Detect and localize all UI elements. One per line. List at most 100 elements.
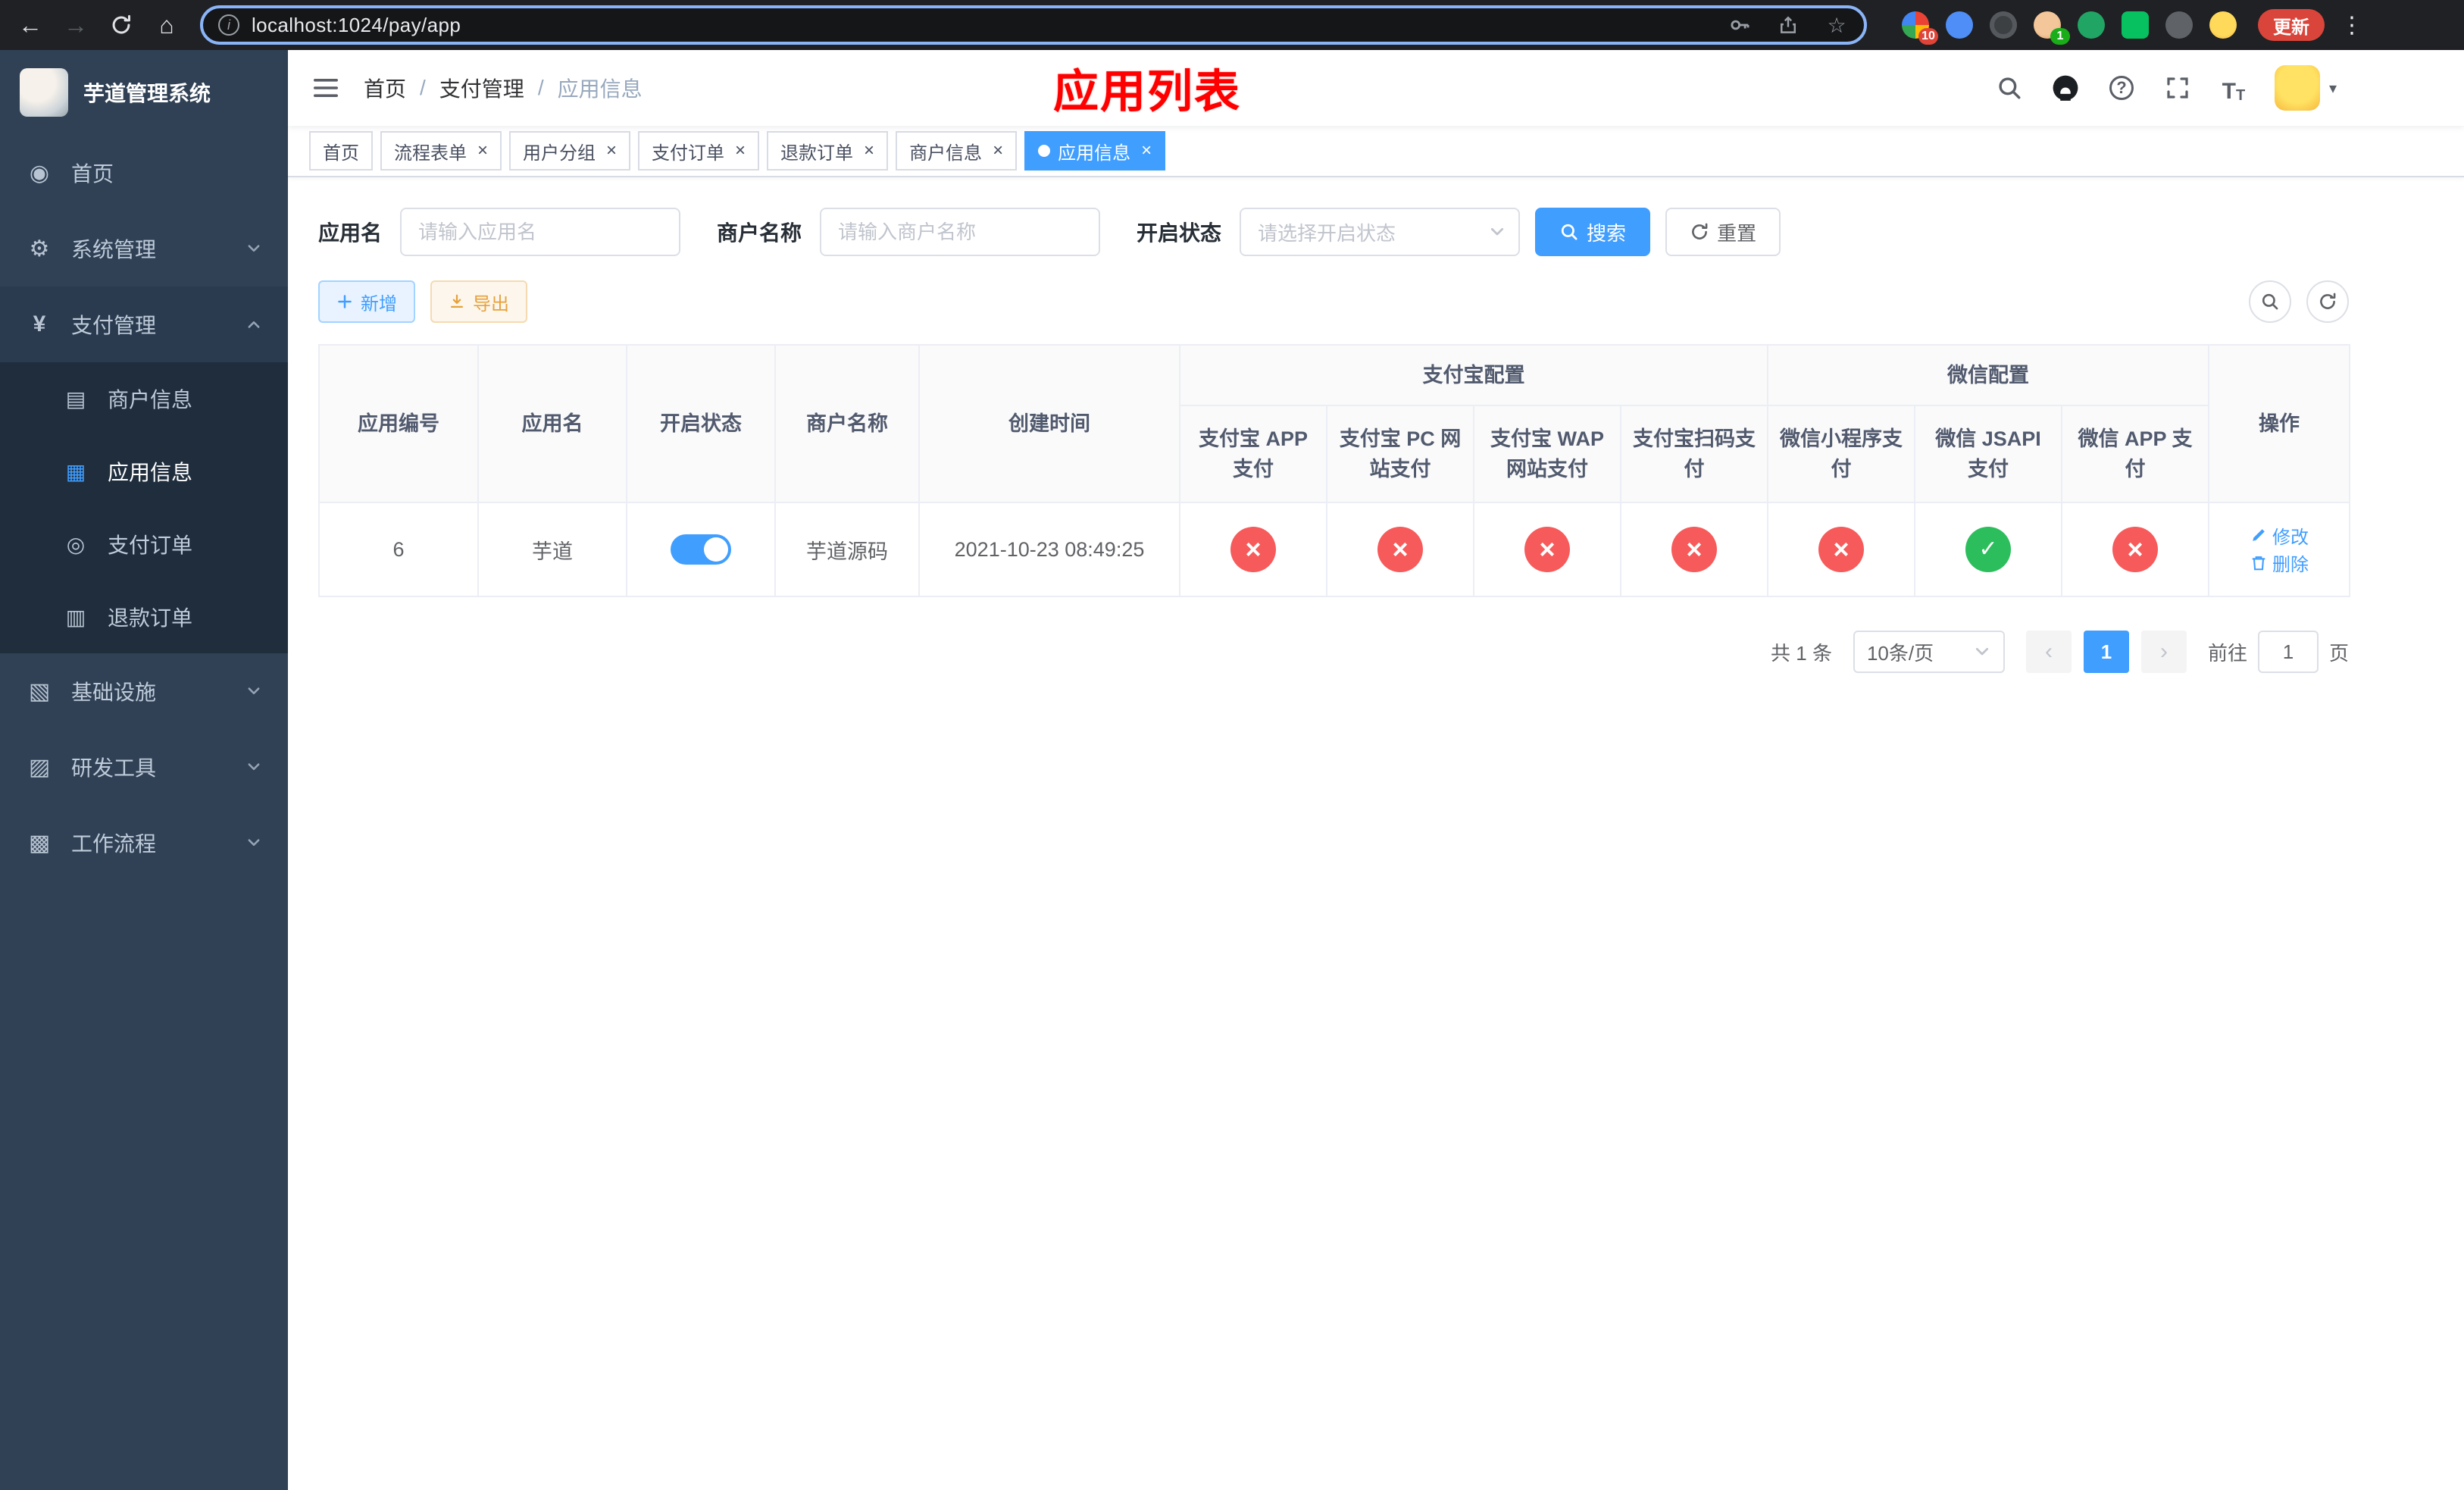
sidebar-item-home[interactable]: ◉ 首页 bbox=[0, 135, 288, 211]
user-menu[interactable]: ▾ bbox=[2274, 65, 2337, 111]
key-icon[interactable] bbox=[1721, 8, 1758, 42]
page-size-select[interactable]: 10条/页 bbox=[1853, 631, 2005, 673]
tab-close-icon[interactable]: × bbox=[477, 142, 488, 160]
extension-dark-icon[interactable] bbox=[1990, 11, 2017, 39]
pay-order-icon: ◎ bbox=[66, 532, 86, 556]
breadcrumb-payment[interactable]: 支付管理 bbox=[439, 73, 524, 103]
sidebar-item-app-info[interactable]: ▦ 应用信息 bbox=[0, 435, 288, 508]
tab-close-icon[interactable]: × bbox=[606, 142, 617, 160]
browser-menu-icon[interactable]: ⋮ bbox=[2337, 12, 2367, 39]
search-button[interactable]: 搜索 bbox=[1535, 208, 1651, 256]
app-logo[interactable]: 芋道管理系统 bbox=[0, 50, 288, 135]
sidebar-item-pay-order[interactable]: ◎ 支付订单 bbox=[0, 508, 288, 581]
merchant-name-input[interactable] bbox=[820, 208, 1101, 256]
edit-button[interactable]: 修改 bbox=[2250, 522, 2309, 549]
trash-icon bbox=[2252, 556, 2265, 570]
extension-green-circle-icon[interactable] bbox=[2078, 11, 2105, 39]
tab-label: 支付订单 bbox=[652, 142, 725, 164]
sidebar-item-merchant-info[interactable]: ▤ 商户信息 bbox=[0, 362, 288, 435]
sidebar-item-payment[interactable]: ¥ 支付管理 bbox=[0, 286, 288, 362]
app-name-input[interactable] bbox=[400, 208, 681, 256]
delete-button[interactable]: 删除 bbox=[2250, 549, 2309, 576]
cell-status bbox=[626, 502, 776, 597]
col-header-alipay-app: 支付宝 APP 支付 bbox=[1179, 405, 1327, 503]
forward-icon[interactable]: → bbox=[55, 4, 97, 46]
help-icon[interactable]: ? bbox=[2106, 73, 2137, 103]
reload-icon[interactable] bbox=[100, 4, 142, 46]
yen-icon: ¥ bbox=[33, 311, 46, 337]
col-header-id: 应用编号 bbox=[318, 344, 479, 503]
status-select[interactable]: 请选择开启状态 bbox=[1240, 208, 1521, 256]
refresh-table-button[interactable] bbox=[2306, 280, 2349, 323]
github-icon[interactable] bbox=[2050, 73, 2081, 103]
chevron-down-icon bbox=[1975, 647, 1989, 656]
reset-button[interactable]: 重置 bbox=[1665, 208, 1781, 256]
tab-label: 首页 bbox=[323, 142, 359, 164]
enabled-toggle[interactable] bbox=[671, 534, 731, 565]
extension-grid-icon[interactable]: 10 bbox=[1902, 11, 1938, 45]
browser-update-button[interactable]: 更新 bbox=[2258, 9, 2325, 41]
sidebar-collapse-icon[interactable] bbox=[311, 73, 341, 103]
tab-close-icon[interactable]: × bbox=[1141, 142, 1152, 160]
toggle-search-button[interactable] bbox=[2249, 280, 2291, 323]
tab-refund-order[interactable]: 退款订单 × bbox=[767, 131, 889, 171]
cross-icon-alipay-qr: × bbox=[1671, 527, 1717, 572]
cell-id: 6 bbox=[318, 502, 479, 597]
tab-pay-order[interactable]: 支付订单 × bbox=[638, 131, 760, 171]
tab-close-icon[interactable]: × bbox=[993, 142, 1003, 160]
extension-avatar-icon[interactable]: 1 bbox=[2034, 11, 2070, 45]
col-header-merchant: 商户名称 bbox=[774, 344, 920, 503]
font-size-icon[interactable]: TT bbox=[2219, 73, 2249, 104]
next-page-button[interactable]: › bbox=[2140, 631, 2187, 673]
back-icon[interactable]: ← bbox=[9, 4, 52, 46]
sidebar-menu: ◉ 首页 ⚙ 系统管理 ¥ 支付管理 ▤ 商户信息 ▦ 应用信息 ◎ 支付订单 … bbox=[0, 135, 288, 881]
extensions-puzzle-icon[interactable] bbox=[2165, 11, 2193, 39]
tab-process-form[interactable]: 流程表单 × bbox=[380, 131, 502, 171]
tab-app-info[interactable]: 应用信息 × bbox=[1024, 131, 1166, 171]
tabs-bar: 首页 流程表单 × 用户分组 × 支付订单 × 退款订单 × 商户信息 × 应用… bbox=[288, 126, 2464, 177]
dashboard-icon: ◉ bbox=[29, 160, 50, 186]
goto-page-input[interactable] bbox=[2257, 631, 2319, 673]
tab-merchant-info[interactable]: 商户信息 × bbox=[896, 131, 1018, 171]
extension-wechat-icon[interactable] bbox=[2122, 11, 2149, 39]
sidebar-item-workflow[interactable]: ▩ 工作流程 bbox=[0, 805, 288, 881]
cell-name: 芋道 bbox=[477, 502, 627, 597]
extension-blue-icon[interactable] bbox=[1946, 11, 1973, 39]
export-button[interactable]: 导出 bbox=[430, 280, 527, 323]
add-button[interactable]: 新增 bbox=[318, 280, 415, 323]
fullscreen-icon[interactable] bbox=[2162, 73, 2193, 103]
pagination-total: 共 1 条 bbox=[1771, 641, 1832, 665]
col-header-status: 开启状态 bbox=[626, 344, 776, 503]
app-grid-icon: ▦ bbox=[65, 459, 86, 484]
tab-user-group[interactable]: 用户分组 × bbox=[509, 131, 631, 171]
tab-close-icon[interactable]: × bbox=[735, 142, 746, 160]
active-tab-dot bbox=[1038, 145, 1051, 157]
prev-page-button[interactable]: ‹ bbox=[2025, 631, 2072, 673]
sidebar-item-dev-tools[interactable]: ▨ 研发工具 bbox=[0, 729, 288, 805]
tab-home[interactable]: 首页 bbox=[309, 131, 373, 171]
page-number-1[interactable]: 1 bbox=[2083, 631, 2129, 673]
sidebar-item-system[interactable]: ⚙ 系统管理 bbox=[0, 211, 288, 286]
tab-close-icon[interactable]: × bbox=[864, 142, 874, 160]
col-header-name: 应用名 bbox=[477, 344, 627, 503]
user-avatar bbox=[2274, 65, 2320, 111]
logo-avatar bbox=[20, 68, 68, 117]
breadcrumb-home[interactable]: 首页 bbox=[364, 73, 406, 103]
browser-window: ← → ⌂ i localhost:1024/pay/app ☆ 10 1 更新… bbox=[0, 0, 2464, 1490]
refresh-icon bbox=[1692, 223, 1708, 239]
sidebar-item-infrastructure[interactable]: ▧ 基础设施 bbox=[0, 653, 288, 729]
refresh-icon bbox=[2320, 293, 2336, 309]
sidebar-item-refund-order[interactable]: ▥ 退款订单 bbox=[0, 581, 288, 653]
search-icon[interactable] bbox=[1994, 73, 2025, 103]
browser-profile-avatar[interactable] bbox=[2209, 11, 2237, 39]
home-icon[interactable]: ⌂ bbox=[145, 4, 188, 46]
site-info-icon[interactable]: i bbox=[218, 14, 239, 36]
extension-badge: 10 bbox=[1918, 28, 1938, 45]
goto-label: 前往 bbox=[2207, 641, 2247, 665]
pagination: 共 1 条 10条/页 ‹ 1 › 前往 页 bbox=[318, 631, 2349, 673]
bookmark-star-icon[interactable]: ☆ bbox=[1818, 8, 1855, 42]
col-header-alipay-pc: 支付宝 PC 网站支付 bbox=[1326, 405, 1474, 503]
app-title: 芋道管理系统 bbox=[83, 82, 211, 105]
url-bar[interactable]: i localhost:1024/pay/app ☆ bbox=[200, 5, 1867, 45]
share-icon[interactable] bbox=[1770, 8, 1806, 42]
